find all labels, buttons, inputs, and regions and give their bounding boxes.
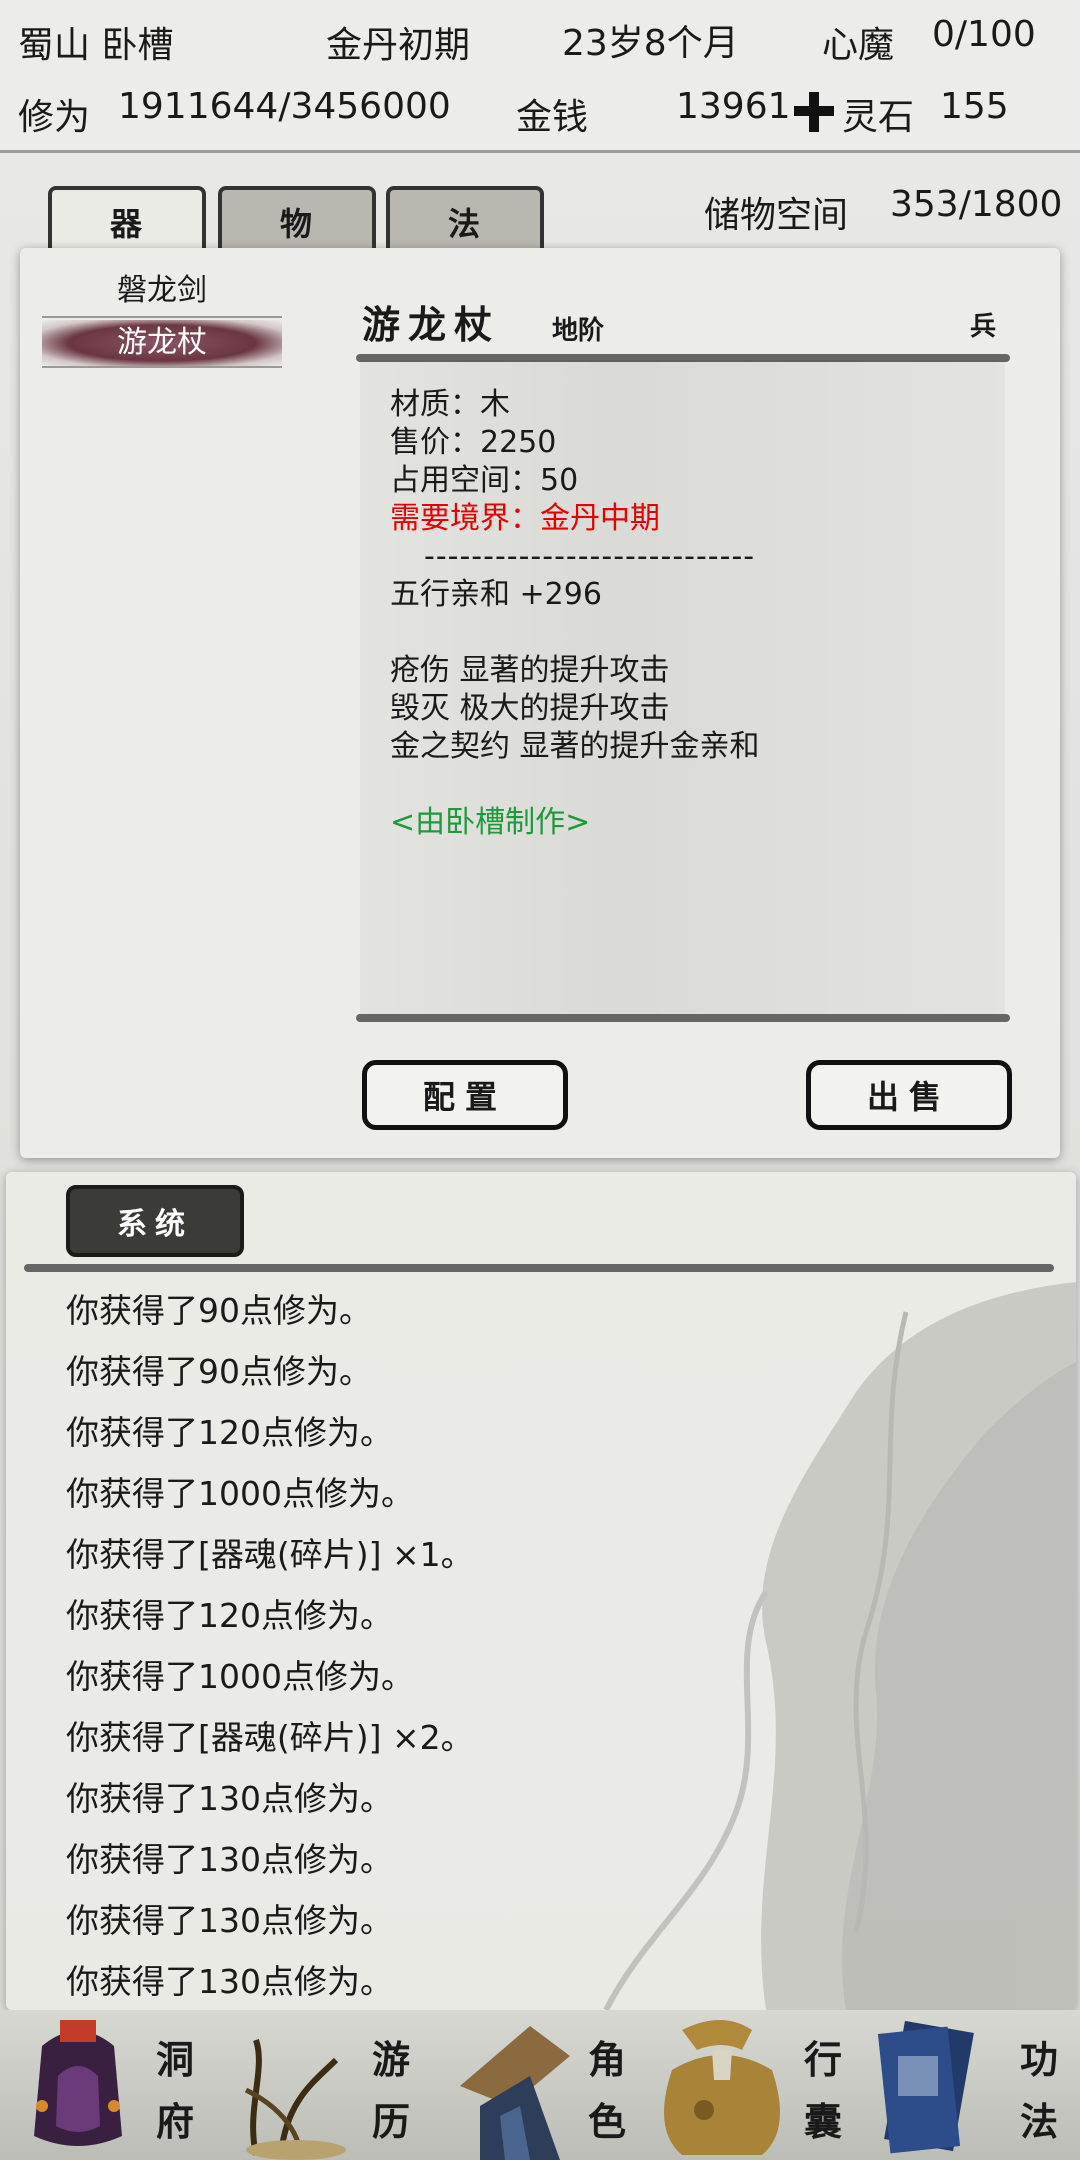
character-icon [460, 2026, 570, 2160]
nav-travel-button[interactable]: 游 历 [216, 2010, 432, 2160]
realm-label: 金丹初期 [326, 25, 471, 66]
heart-demon-label: 心魔 [822, 25, 895, 66]
storage-label: 储物空间 [704, 195, 849, 236]
travel-icon [244, 2039, 346, 2160]
bag-icon [664, 2020, 780, 2155]
nav-character-button[interactable]: 角 色 [432, 2010, 648, 2160]
list-divider [42, 366, 282, 368]
spirit-stone-label: 灵石 [842, 97, 915, 138]
nav-label: 游 [371, 2038, 410, 2082]
divider-text: ---------------------------- [424, 539, 756, 574]
money-label: 金钱 [516, 97, 589, 138]
log-line: 你获得了1000点修为。 [66, 1657, 414, 1696]
spirit-stone-value: 155 [940, 86, 1009, 127]
item-grade: 地阶 [552, 316, 605, 346]
nav-skills-button[interactable]: 功 法 [864, 2010, 1080, 2160]
storage-value: 353/1800 [890, 184, 1063, 225]
log-line: 你获得了[器魂(碎片)] ×1。 [66, 1535, 474, 1574]
nav-label: 角 [587, 2038, 626, 2082]
log-line: 你获得了90点修为。 [66, 1291, 372, 1330]
list-item[interactable]: 磐龙剑 [42, 268, 282, 314]
log-divider-bar [24, 1264, 1054, 1272]
cave-icon [34, 2020, 122, 2146]
effect-text: 疮伤 显著的提升攻击 [390, 653, 670, 688]
nav-label: 功 [1019, 2038, 1058, 2082]
nav-label: 色 [587, 2100, 626, 2144]
effect-text: 金之契约 显著的提升金亲和 [390, 729, 760, 764]
money-value: 13961 [676, 86, 791, 127]
location-label: 蜀山 卧槽 [18, 25, 174, 66]
log-line: 你获得了130点修为。 [66, 1840, 393, 1879]
nav-label: 府 [155, 2100, 194, 2144]
tab-items[interactable]: 物 [218, 186, 376, 254]
maker-text: <由卧槽制作> [390, 805, 591, 840]
nav-label: 洞 [155, 2038, 194, 2082]
log-line: 你获得了90点修为。 [66, 1352, 372, 1391]
item-name: 游龙杖 [362, 303, 501, 347]
tab-techniques[interactable]: 法 [386, 186, 544, 254]
nav-cave-button[interactable]: 洞 府 [0, 2010, 216, 2160]
age-label: 23岁8个月 [562, 23, 739, 64]
log-line: 你获得了120点修为。 [66, 1596, 393, 1635]
tab-system-log[interactable]: 系统 [66, 1185, 244, 1257]
nav-label: 法 [1019, 2100, 1058, 2144]
log-line: 你获得了120点修为。 [66, 1413, 393, 1452]
list-item-selected[interactable]: 游龙杖 [42, 320, 282, 366]
price-text: 售价：2250 [390, 425, 557, 460]
nav-label: 囊 [803, 2100, 842, 2144]
item-type: 兵 [970, 312, 997, 342]
log-line: 你获得了130点修为。 [66, 1779, 393, 1818]
equip-button[interactable]: 配置 [362, 1060, 568, 1130]
log-line: 你获得了1000点修为。 [66, 1474, 414, 1513]
cultivation-value: 1911644/3456000 [118, 86, 451, 127]
log-line: 你获得了130点修为。 [66, 1901, 393, 1940]
stat-text: 五行亲和 +296 [390, 577, 602, 612]
detail-bottom-bar [356, 1014, 1010, 1022]
space-text: 占用空间：50 [390, 463, 579, 498]
sell-button[interactable]: 出售 [806, 1060, 1012, 1130]
log-line: 你获得了130点修为。 [66, 1962, 393, 2001]
nav-label: 行 [803, 2038, 842, 2082]
nav-bag-button[interactable]: 行 囊 [648, 2010, 864, 2160]
heart-demon-value: 0/100 [932, 14, 1036, 55]
list-divider [42, 316, 282, 318]
skill-book-icon [877, 2020, 974, 2154]
requirement-text: 需要境界：金丹中期 [390, 501, 660, 536]
nav-label: 历 [371, 2100, 410, 2144]
effect-text: 毁灭 极大的提升攻击 [390, 691, 670, 726]
tab-equipment[interactable]: 器 [48, 186, 206, 254]
cultivation-label: 修为 [18, 97, 91, 138]
cross-icon [794, 92, 834, 132]
log-line: 你获得了[器魂(碎片)] ×2。 [66, 1718, 474, 1757]
material-text: 材质：木 [390, 387, 510, 422]
